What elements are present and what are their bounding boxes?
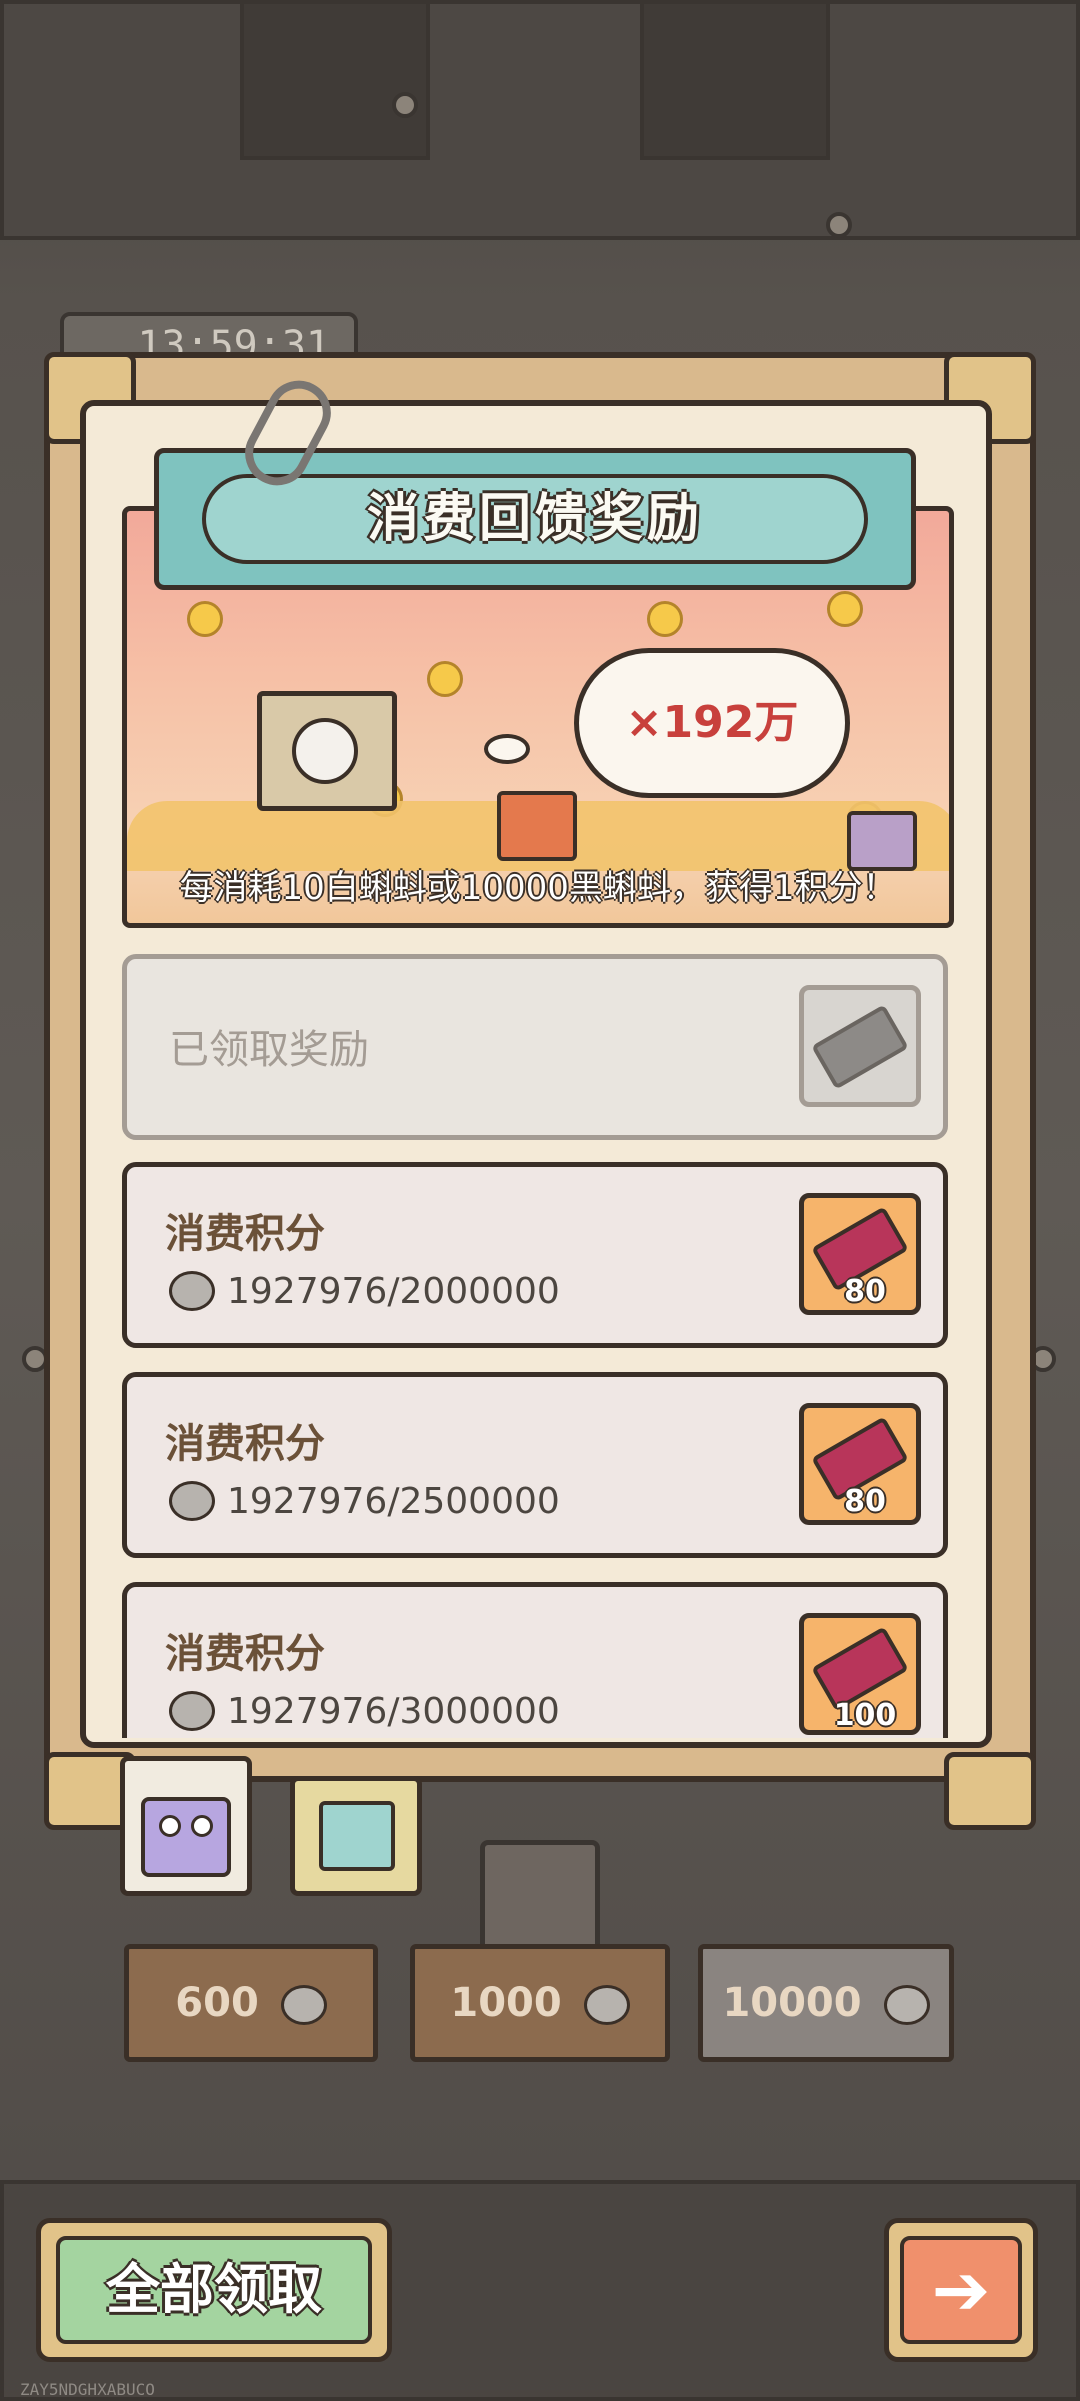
speech-bubble-icon bbox=[169, 1271, 215, 1311]
banner-description: 每消耗10白蝌蚪或10000黑蝌蚪，获得1积分！ bbox=[179, 868, 897, 908]
bolt-icon bbox=[826, 212, 852, 238]
speech-bubble-icon bbox=[280, 1985, 327, 2025]
tab-gift[interactable] bbox=[290, 1776, 422, 1896]
next-arrow-button[interactable]: ➔ bbox=[900, 2236, 1022, 2344]
price-value: 10000 bbox=[722, 1980, 862, 2026]
reward-ticket-button[interactable]: 80 bbox=[799, 1193, 921, 1315]
price-sign: 600 bbox=[124, 1944, 378, 2062]
present-icon bbox=[497, 791, 577, 861]
ticket-icon bbox=[811, 1004, 909, 1090]
reward-row[interactable]: 消费积分 1927976/2000000 80 bbox=[122, 1162, 948, 1348]
reward-row[interactable]: 消费积分 1927976/3000000 100 bbox=[122, 1582, 948, 1738]
price-sign: 1000 bbox=[410, 1944, 670, 2062]
egg-icon bbox=[292, 718, 358, 784]
speech-bubble-icon bbox=[883, 1985, 930, 2025]
reward-ticket-button[interactable]: 80 bbox=[799, 1403, 921, 1525]
reward-progress: 1927976/2000000 bbox=[227, 1271, 560, 1312]
eye-icon bbox=[191, 1815, 213, 1837]
reward-title: 消费积分 bbox=[165, 1421, 325, 1467]
thought-bubble-dot bbox=[484, 734, 530, 764]
speech-bubble-icon bbox=[169, 1481, 215, 1521]
coin-icon bbox=[827, 591, 863, 627]
top-machine-slot-left bbox=[240, 0, 430, 160]
price-value: 600 bbox=[175, 1980, 259, 2026]
reward-progress: 1927976/2500000 bbox=[227, 1481, 560, 1522]
top-machine-slot-right bbox=[640, 0, 830, 160]
reward-row[interactable]: 消费积分 1927976/2500000 80 bbox=[122, 1372, 948, 1558]
speech-bubble-icon bbox=[583, 1985, 630, 2025]
watermark: ZAY5NDGHXABUCO bbox=[20, 2380, 155, 2399]
eye-icon bbox=[159, 1815, 181, 1837]
coin-icon bbox=[427, 661, 463, 697]
ticket-count: 80 bbox=[844, 1484, 886, 1519]
speech-bubble-icon bbox=[169, 1691, 215, 1731]
coin-icon bbox=[647, 601, 683, 637]
tab-slug[interactable] bbox=[120, 1756, 252, 1896]
ticket-count: 80 bbox=[844, 1274, 886, 1309]
reward-ticket-slot bbox=[799, 985, 921, 1107]
frame-corner bbox=[944, 1752, 1036, 1830]
reward-title: 消费积分 bbox=[165, 1631, 325, 1677]
reward-ticket-button[interactable]: 100 bbox=[799, 1613, 921, 1735]
top-machine-panel bbox=[0, 0, 1080, 240]
bolt-icon bbox=[392, 92, 418, 118]
claim-all-button[interactable]: 全部领取 bbox=[56, 2236, 372, 2344]
panel-title: 消费回馈奖励 bbox=[366, 489, 703, 549]
reward-title: 消费积分 bbox=[165, 1211, 325, 1257]
gift-icon bbox=[319, 1801, 395, 1871]
claimed-label: 已领取奖励 bbox=[169, 1027, 369, 1073]
ticket-count: 100 bbox=[833, 1698, 897, 1733]
price-value: 1000 bbox=[450, 1980, 562, 2026]
reward-row-claimed: 已领取奖励 bbox=[122, 954, 948, 1140]
price-sign: 10000 bbox=[698, 1944, 954, 2062]
slug-icon bbox=[141, 1797, 231, 1877]
gift-box-icon bbox=[257, 691, 397, 811]
coin-icon bbox=[187, 601, 223, 637]
multiplier-text: ×192万 bbox=[625, 697, 799, 748]
reward-progress: 1927976/3000000 bbox=[227, 1691, 560, 1732]
